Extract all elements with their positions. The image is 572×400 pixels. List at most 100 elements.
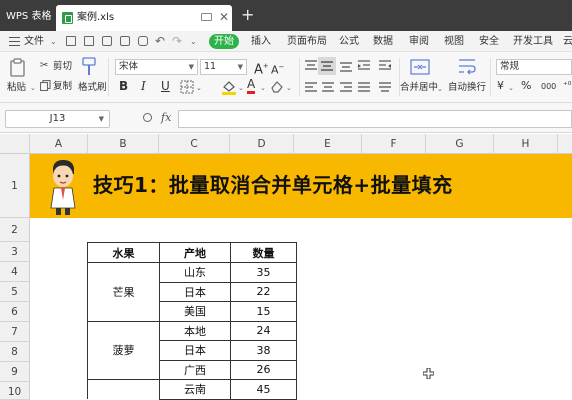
font-name-select[interactable]: 宋体 ▼: [115, 59, 198, 75]
paste-button[interactable]: 粘贴: [7, 82, 26, 94]
column-header[interactable]: G: [426, 134, 494, 154]
column-header[interactable]: A: [30, 134, 88, 154]
redo-icon[interactable]: ↷: [172, 31, 182, 52]
menu-view[interactable]: 视图: [444, 31, 464, 52]
export-icon[interactable]: [138, 36, 148, 46]
row-header[interactable]: 9: [0, 362, 30, 382]
quantity-cell[interactable]: 38: [230, 340, 297, 361]
row-header[interactable]: 5: [0, 282, 30, 302]
currency-icon[interactable]: ¥: [497, 80, 504, 92]
undo-icon[interactable]: ↶: [155, 31, 165, 52]
format-painter-button[interactable]: 格式刷: [78, 82, 107, 94]
new-tab-button[interactable]: +: [241, 4, 254, 26]
column-header[interactable]: D: [230, 134, 294, 154]
increase-font-button[interactable]: A+: [254, 60, 269, 76]
decrease-font-button[interactable]: A−: [271, 61, 284, 77]
row-header[interactable]: 3: [0, 242, 30, 262]
close-tab-icon[interactable]: ✕: [219, 9, 229, 25]
column-header[interactable]: F: [362, 134, 426, 154]
formula-input[interactable]: [178, 110, 572, 128]
font-color-button[interactable]: A: [247, 78, 256, 94]
paste-dropdown-icon[interactable]: ⌄: [30, 82, 36, 94]
menu-start[interactable]: 开始: [209, 34, 239, 49]
column-header[interactable]: B: [88, 134, 159, 154]
save-icon[interactable]: [84, 36, 94, 46]
row-header[interactable]: 8: [0, 342, 30, 362]
function-button[interactable]: fx: [161, 111, 171, 124]
wrap-text-icon[interactable]: [457, 58, 477, 76]
quantity-cell[interactable]: 45: [230, 379, 297, 400]
quantity-cell[interactable]: 24: [230, 320, 297, 341]
row-header[interactable]: 1: [0, 154, 30, 218]
menu-developer[interactable]: 开发工具: [513, 31, 553, 52]
border-icon[interactable]: [180, 80, 194, 94]
hamburger-icon[interactable]: [9, 37, 20, 46]
wrap-text-button[interactable]: 自动换行: [448, 82, 486, 94]
number-format-select[interactable]: 常规: [496, 59, 572, 75]
name-box[interactable]: J13 ▼: [5, 110, 110, 128]
row-header[interactable]: 6: [0, 302, 30, 322]
header-fruit[interactable]: 水果: [87, 242, 160, 263]
menu-page-layout[interactable]: 页面布局: [287, 31, 327, 52]
row-header[interactable]: 10: [0, 382, 30, 400]
select-all-corner[interactable]: [0, 134, 30, 154]
scissors-icon[interactable]: ✂: [40, 60, 48, 72]
origin-cell[interactable]: 山东: [159, 262, 231, 283]
file-tab[interactable]: 案例.xls ✕: [56, 5, 232, 31]
menu-file[interactable]: 文件: [24, 31, 44, 52]
menu-cloud[interactable]: 云: [563, 31, 572, 52]
zoom-icon[interactable]: [143, 113, 152, 122]
chevron-down-icon[interactable]: ⌄: [238, 82, 244, 94]
fill-color-icon[interactable]: [221, 79, 237, 95]
distributed-align-icon[interactable]: [377, 81, 393, 94]
print-preview-icon[interactable]: [102, 36, 112, 46]
thousands-button[interactable]: 000: [541, 81, 556, 93]
cut-button[interactable]: 剪切: [53, 61, 72, 73]
chevron-down-icon[interactable]: ⌄: [437, 83, 443, 95]
format-painter-icon[interactable]: [82, 57, 96, 77]
merge-center-icon[interactable]: [410, 59, 430, 75]
chevron-down-icon[interactable]: ⌄: [508, 82, 514, 94]
chevron-down-icon[interactable]: ⌄: [196, 82, 202, 94]
underline-button[interactable]: U: [161, 80, 170, 92]
chevron-down-icon[interactable]: ⌄: [260, 82, 266, 94]
merged-fruit-cell[interactable]: 芒果: [87, 262, 160, 322]
chevron-down-icon[interactable]: ⌄: [50, 31, 57, 52]
merge-center-button[interactable]: 合并居中: [400, 82, 438, 94]
chevron-down-icon[interactable]: ⌄: [286, 82, 292, 94]
menu-review[interactable]: 审阅: [409, 31, 429, 52]
paste-icon[interactable]: [9, 58, 27, 78]
italic-button[interactable]: I: [141, 80, 146, 92]
origin-cell[interactable]: 日本: [159, 281, 231, 302]
quantity-cell[interactable]: 22: [230, 281, 297, 302]
align-left-icon[interactable]: [303, 81, 319, 94]
menu-security[interactable]: 安全: [479, 31, 499, 52]
justify-icon[interactable]: [356, 81, 372, 94]
bold-button[interactable]: B: [119, 80, 128, 92]
align-center-icon[interactable]: [320, 81, 336, 94]
percent-button[interactable]: %: [521, 80, 531, 92]
origin-cell[interactable]: 日本: [159, 340, 231, 361]
increase-decimal-icon[interactable]: ⁺⁰: [563, 80, 571, 92]
copy-icon[interactable]: [40, 80, 51, 91]
align-top-icon[interactable]: [303, 59, 319, 73]
column-header[interactable]: C: [159, 134, 230, 154]
menu-insert[interactable]: 插入: [251, 31, 271, 52]
origin-cell[interactable]: 美国: [159, 301, 231, 322]
menu-data[interactable]: 数据: [373, 31, 393, 52]
print-icon[interactable]: [120, 36, 130, 46]
row-header[interactable]: 7: [0, 322, 30, 342]
font-size-select[interactable]: 11 ▼: [200, 59, 247, 75]
quantity-cell[interactable]: 26: [230, 359, 297, 380]
quantity-cell[interactable]: 15: [230, 301, 297, 322]
align-right-icon[interactable]: [338, 81, 354, 94]
header-origin[interactable]: 产地: [159, 242, 231, 263]
app-tab[interactable]: WPS 表格: [0, 5, 54, 31]
indent-left-icon[interactable]: [356, 59, 372, 73]
origin-cell[interactable]: 云南: [159, 379, 231, 400]
column-header[interactable]: E: [294, 134, 362, 154]
quantity-cell[interactable]: 35: [230, 262, 297, 283]
row-header[interactable]: 2: [0, 218, 30, 242]
origin-cell[interactable]: 本地: [159, 320, 231, 341]
align-bottom-icon[interactable]: [338, 59, 354, 73]
